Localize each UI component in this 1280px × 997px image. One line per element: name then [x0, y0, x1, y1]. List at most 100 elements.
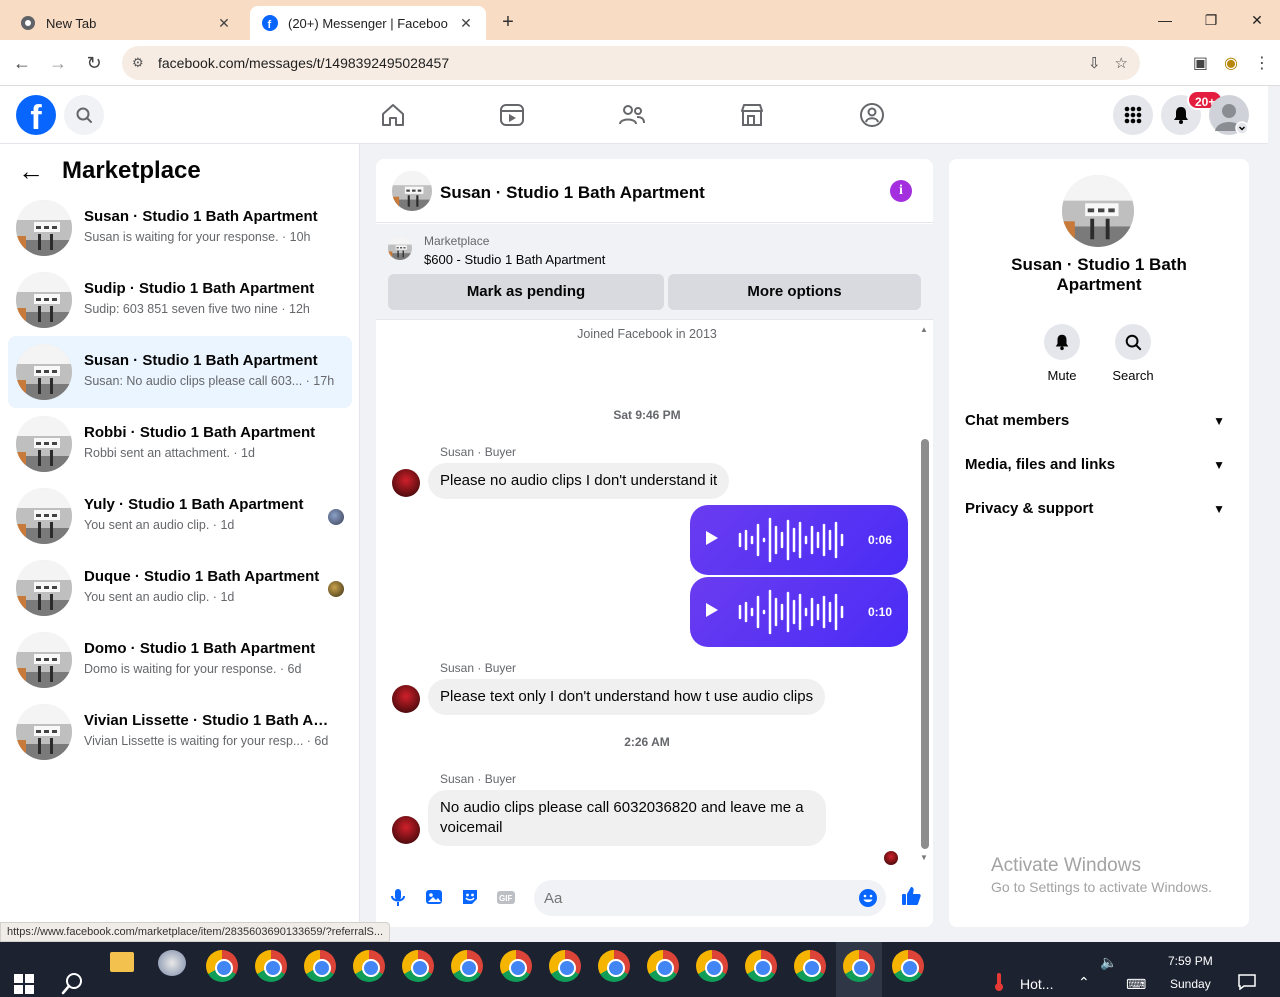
bookmark-star-icon[interactable]: ☆	[1115, 54, 1128, 72]
chevron-up-icon[interactable]: ⌃	[1078, 974, 1090, 991]
avatar[interactable]	[392, 685, 420, 713]
sticker-icon[interactable]	[460, 887, 480, 907]
minimize-icon[interactable]: —	[1142, 0, 1188, 40]
avatar[interactable]	[392, 171, 432, 211]
menu-icon[interactable]: ⋮	[1254, 53, 1270, 73]
photo-icon[interactable]	[424, 887, 444, 907]
close-tab-icon[interactable]: ✕	[458, 15, 474, 31]
clock-day[interactable]: Sunday	[1170, 977, 1211, 991]
message-bubble[interactable]: Please no audio clips I don't understand…	[428, 463, 730, 499]
chrome-icon[interactable]	[696, 950, 728, 982]
list-item[interactable]: Sudip · Studio 1 Bath Apartment Sudip: 6…	[8, 264, 352, 336]
back-icon[interactable]: ←	[4, 45, 40, 81]
volume-icon[interactable]: 🔈	[1100, 954, 1117, 971]
restore-icon[interactable]: ❐	[1188, 0, 1234, 40]
list-item[interactable]: Domo · Studio 1 Bath Apartment Domo is w…	[8, 624, 352, 696]
avatar[interactable]	[1062, 175, 1134, 247]
message-input[interactable]	[544, 888, 844, 908]
reload-icon[interactable]: ↻	[76, 45, 112, 81]
listing-title[interactable]: $600 - Studio 1 Bath Apartment	[424, 252, 605, 267]
windows-start-icon[interactable]	[14, 974, 34, 994]
mark-as-pending-button[interactable]: Mark as pending	[388, 274, 664, 310]
list-item[interactable]: Susan · Studio 1 Bath Apartment Susan is…	[8, 192, 352, 264]
more-options-button[interactable]: More options	[668, 274, 921, 310]
page-scrollbar[interactable]	[1268, 86, 1280, 942]
mute-button[interactable]: Mute	[1027, 324, 1097, 383]
avatar[interactable]	[392, 469, 420, 497]
list-item[interactable]: Yuly · Studio 1 Bath Apartment You sent …	[8, 480, 352, 552]
chrome-icon[interactable]	[549, 950, 581, 982]
scroll-thumb[interactable]	[921, 439, 929, 849]
chrome-icon[interactable]	[745, 950, 777, 982]
weather-text[interactable]: Hot...	[1020, 976, 1053, 992]
friends-icon[interactable]	[617, 100, 647, 130]
search-button[interactable]	[64, 95, 104, 135]
scrollbar[interactable]: ▲ ▼	[918, 321, 930, 867]
notification-center-icon[interactable]	[1238, 974, 1256, 990]
listing-thumbnail[interactable]	[388, 236, 412, 260]
chrome-icon[interactable]	[255, 950, 287, 982]
clock-time[interactable]: 7:59 PM	[1168, 954, 1213, 968]
site-info-icon[interactable]: ⚙	[132, 55, 152, 71]
avatar[interactable]	[392, 816, 420, 844]
list-item[interactable]: Robbi · Studio 1 Bath Apartment Robbi se…	[8, 408, 352, 480]
conversation-title[interactable]: Susan · Studio 1 Bath Apartment	[440, 183, 705, 203]
audio-clip[interactable]: 0:06	[690, 505, 908, 575]
keyboard-icon[interactable]: ⌨	[1126, 976, 1146, 993]
chrome-icon[interactable]	[206, 950, 238, 982]
play-icon[interactable]	[706, 603, 718, 617]
close-tab-icon[interactable]: ✕	[216, 15, 232, 31]
message-input-box[interactable]	[534, 880, 886, 916]
play-icon[interactable]	[706, 531, 718, 545]
install-app-icon[interactable]: ⇩	[1088, 54, 1101, 72]
marketplace-icon[interactable]	[737, 100, 767, 130]
profile-icon[interactable]: ◉	[1224, 53, 1238, 73]
chrome-icon[interactable]	[598, 950, 630, 982]
info-icon[interactable]: i	[890, 180, 912, 202]
app-icon[interactable]	[158, 950, 186, 976]
chrome-icon[interactable]	[304, 950, 336, 982]
chrome-icon[interactable]	[451, 950, 483, 982]
tab-new-tab[interactable]: New Tab ✕	[8, 6, 244, 40]
chrome-icon[interactable]	[500, 950, 532, 982]
message-bubble[interactable]: Please text only I don't understand how …	[428, 679, 826, 715]
section-privacy-support[interactable]: Privacy & support ▼	[965, 500, 1233, 524]
tab-search-icon[interactable]: ▣	[1193, 53, 1208, 73]
home-icon[interactable]	[378, 100, 408, 130]
chrome-icon[interactable]	[402, 950, 434, 982]
new-tab-button[interactable]: +	[494, 8, 522, 36]
search-icon[interactable]	[60, 970, 86, 996]
groups-icon[interactable]	[857, 100, 887, 130]
tab-messenger[interactable]: f (20+) Messenger | Facebook ✕	[250, 6, 486, 40]
gif-icon[interactable]: GIF	[496, 887, 516, 907]
chrome-icon[interactable]	[794, 950, 826, 982]
thumbs-up-icon[interactable]	[900, 885, 922, 907]
section-media-files-links[interactable]: Media, files and links ▼	[965, 456, 1233, 480]
list-item-selected[interactable]: Susan · Studio 1 Bath Apartment Susan: N…	[8, 336, 352, 408]
facebook-logo-icon[interactable]: f	[16, 95, 56, 137]
scroll-down-icon[interactable]: ▼	[920, 853, 928, 862]
file-explorer-icon[interactable]	[110, 952, 134, 972]
back-arrow-icon[interactable]: ←	[18, 156, 44, 186]
menu-grid-button[interactable]	[1113, 95, 1153, 135]
list-item[interactable]: Duque · Studio 1 Bath Apartment You sent…	[8, 552, 352, 624]
close-window-icon[interactable]: ✕	[1234, 0, 1280, 40]
omnibox[interactable]: ⚙ facebook.com/messages/t/14983924950284…	[122, 46, 1140, 80]
message-bubble[interactable]: No audio clips please call 6032036820 an…	[428, 790, 826, 846]
chrome-icon[interactable]	[353, 950, 385, 982]
scroll-up-icon[interactable]: ▲	[920, 325, 928, 334]
account-button[interactable]	[1209, 95, 1249, 135]
microphone-icon[interactable]	[388, 887, 408, 907]
details-name: Susan · Studio 1 Bath Apartment	[1011, 255, 1187, 294]
chrome-icon[interactable]	[843, 950, 875, 982]
chrome-icon[interactable]	[892, 950, 924, 982]
list-item[interactable]: Vivian Lissette · Studio 1 Bath Apar... …	[8, 696, 352, 768]
section-chat-members[interactable]: Chat members ▼	[965, 412, 1233, 436]
url-text[interactable]: facebook.com/messages/t/1498392495028457	[158, 55, 449, 71]
audio-clip[interactable]: 0:10	[690, 577, 908, 647]
reels-icon[interactable]	[497, 100, 527, 130]
forward-icon[interactable]: →	[40, 45, 76, 81]
search-conversation-button[interactable]: Search	[1098, 324, 1168, 383]
chrome-icon[interactable]	[647, 950, 679, 982]
emoji-icon[interactable]	[858, 888, 878, 908]
